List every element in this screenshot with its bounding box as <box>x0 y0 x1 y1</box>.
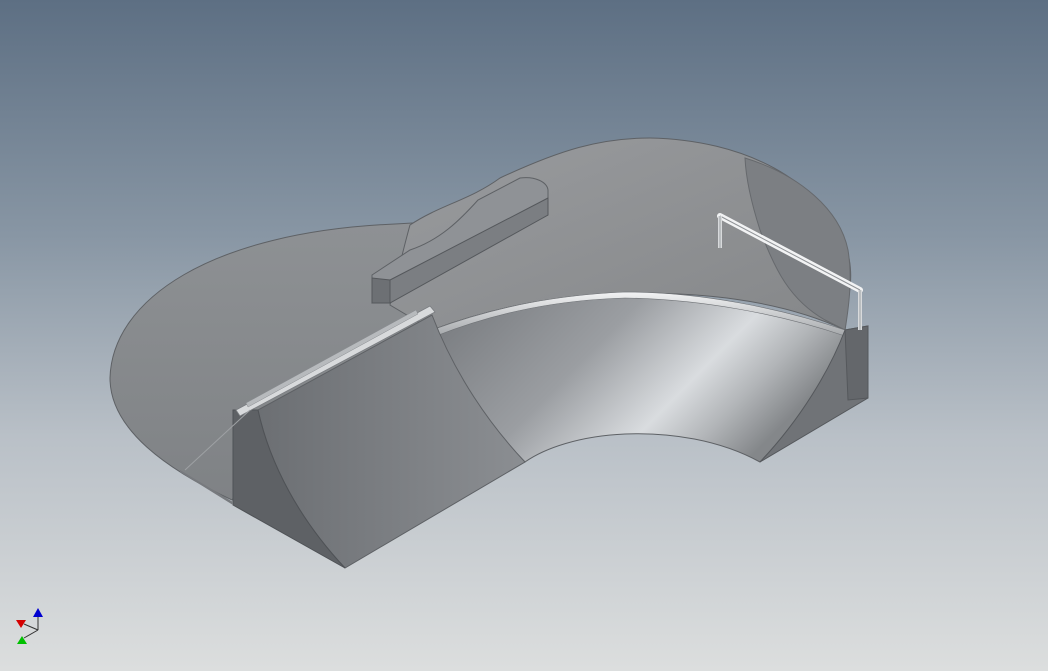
graphics-viewport[interactable] <box>0 0 1048 671</box>
axis-z-icon <box>33 608 43 617</box>
3d-model[interactable] <box>0 0 1048 671</box>
view-triad[interactable] <box>12 606 52 650</box>
